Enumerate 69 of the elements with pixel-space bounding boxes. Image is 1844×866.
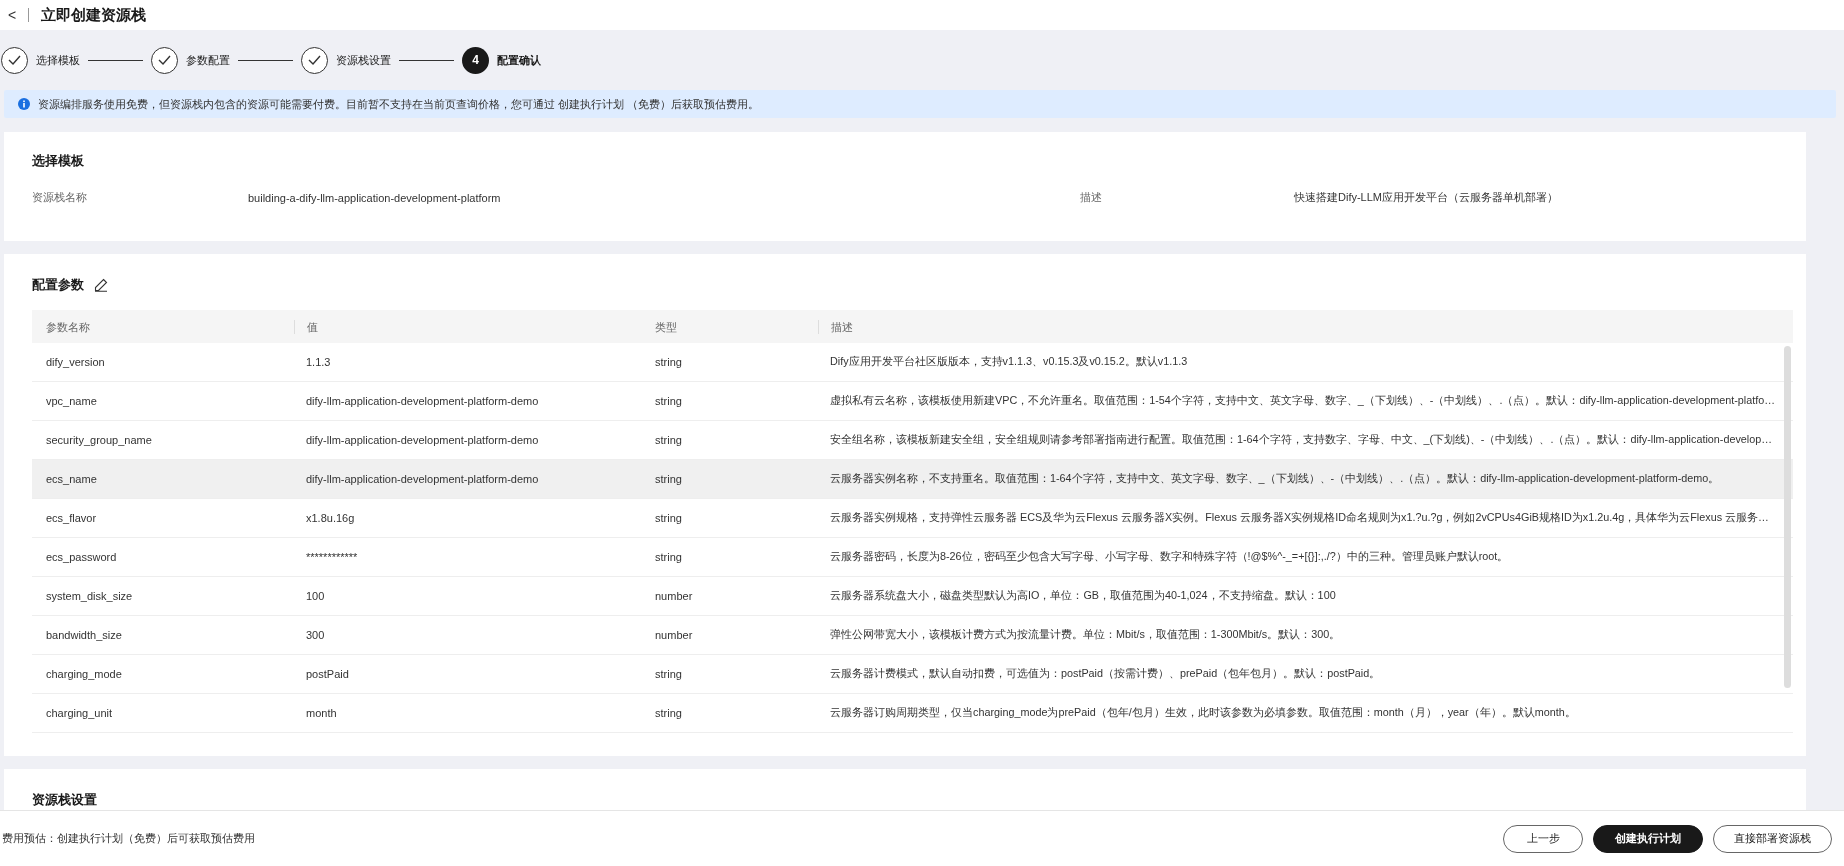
field-label: 资源栈名称 (32, 190, 88, 205)
step-label: 参数配置 (186, 52, 230, 68)
table-cell-text: 云服务器计费模式，默认自动扣费，可选值为：postPaid（按需计费）、prePaid（包年包月）。默认：postPaid。 (829, 667, 1382, 681)
table-cell-text: dify-llm-application-development-platform-demo (305, 434, 540, 446)
step-label: 配置确认 (497, 52, 541, 68)
table-cell-text: 云服务器实例名称，不支持重名。取值范围：1-64个字符，支持中文、英文字母、数字、_（下划线）、-（中划线）、.（点）。默认：dify-llm-application-development-platform-demo。 (829, 472, 1721, 486)
table-cell-text: string (655, 434, 683, 446)
table-cell-text: number (655, 590, 694, 602)
table-cell-text: string (655, 668, 683, 680)
table-cell-text: 1.1.3 (305, 356, 332, 368)
footer-button[interactable]: 直接部署资源栈 (1713, 824, 1832, 853)
table-cell-text: 云服务器密码，长度为8-26位，密码至少包含大写字母、小写字母、数字和特殊字符（!@$%^-_=+[{}]:,./?）中的三种。管理员账户默认root。 (829, 550, 1510, 564)
table-cell-text: string (655, 707, 683, 719)
card-title: 选择模板 (32, 152, 84, 170)
info-icon (18, 98, 30, 110)
column-header: 类型 (655, 319, 678, 334)
step-number: 4 (462, 46, 489, 74)
card-title: 配置参数 (32, 276, 84, 294)
table-cell-text: string (655, 473, 683, 485)
table-cell-text: ************ (305, 551, 359, 563)
table-cell-text: security_group_name (45, 434, 153, 446)
table-cell-text: charging_mode (45, 668, 123, 680)
table-cell-text: charging_unit (45, 707, 114, 719)
table-cell-text: month (305, 707, 338, 719)
table-cell-text: vpc_name (45, 395, 98, 407)
edit-icon[interactable] (94, 278, 108, 292)
table-cell-text: 虚拟私有云名称，该模板使用新建VPC，不允许重名。取值范围：1-54个字符，支持中文、英文字母、数字、_（下划线）、-（中划线）、.（点）。默认：dify-llm-application-development-platfo… (829, 394, 1777, 408)
table-cell-text: Dify应用开发平台社区版版本，支持v1.1.3、v0.15.3及v0.15.2。默认v1.1.3 (829, 355, 1189, 369)
footer-button[interactable]: 上一步 (1503, 824, 1583, 853)
column-header: 参数名称 (45, 319, 91, 334)
table-cell-text: x1.8u.16g (305, 512, 356, 524)
table-cell-text: dify_version (45, 356, 106, 368)
table-cell-text: string (655, 512, 683, 524)
table-cell-text: system_disk_size (45, 590, 134, 602)
check-icon (158, 55, 171, 65)
back-button[interactable]: < (8, 7, 17, 23)
table-cell-text: string (655, 395, 683, 407)
table-cell-text: ecs_flavor (45, 512, 98, 524)
table-cell-text: bandwidth_size (45, 629, 123, 641)
table-cell-text: 弹性公网带宽大小，该模板计费方式为按流量计费。单位：Mbit/s，取值范围：1-300Mbit/s。默认：300。 (829, 628, 1342, 642)
table-cell-text: 100 (305, 590, 326, 602)
cost-estimate-text: 费用预估：创建执行计划（免费）后可获取预估费用 (2, 831, 256, 846)
card-title: 资源栈设置 (32, 791, 97, 809)
table-cell-text: 云服务器系统盘大小，磁盘类型默认为高IO，单位：GB，取值范围为40-1,024，不支持缩盘。默认：100 (829, 589, 1337, 603)
table-cell-text: postPaid (305, 668, 350, 680)
table-cell-text: ecs_password (45, 551, 118, 563)
table-cell-text: 云服务器实例规格，支持弹性云服务器 ECS及华为云Flexus 云服务器X实例。Flexus 云服务器X实例规格ID命名规则为x1.?u.?g，例如2vCPUs4GiB规格ID为x1.2u.4g，具体华为云Flexus 云服务… (829, 511, 1770, 525)
field-value: 快速搭建Dify-LLM应用开发平台（云服务器单机部署） (1294, 190, 1559, 205)
table-cell-text: string (655, 356, 683, 368)
info-text: 资源编排服务使用免费，但资源栈内包含的资源可能需要付费。目前暂不支持在当前页查询价格，您可通过 创建执行计划 （免费）后获取预估费用。 (38, 96, 760, 112)
create-plan-button[interactable]: 创建执行计划 (1593, 824, 1703, 853)
table-cell-text: dify-llm-application-development-platform-demo (305, 473, 540, 485)
scrollbar[interactable] (1784, 346, 1791, 688)
table-cell-text: 安全组名称，该模板新建安全组，安全组规则请参考部署指南进行配置。取值范围：1-64个字符，支持数字、字母、中文、_(下划线)、-（中划线）、.（点）。默认：dify-llm-application-develop… (829, 433, 1774, 447)
table-cell-text: string (655, 551, 683, 563)
check-icon (8, 55, 21, 65)
column-header: 值 (294, 319, 655, 334)
column-header: 描述 (818, 319, 1793, 334)
field-value: building-a-dify-llm-application-development-platform (248, 191, 502, 204)
table-cell-text: 云服务器订购周期类型，仅当charging_mode为prePaid（包年/包月）生效，此时该参数为必填参数。取值范围：month（月），year（年）。默认month。 (829, 706, 1577, 720)
step-label: 选择模板 (36, 52, 80, 68)
page-title: 立即创建资源栈 (41, 5, 147, 25)
table-cell-text: ecs_name (45, 473, 98, 485)
check-icon (308, 55, 321, 65)
step-label: 资源栈设置 (336, 52, 391, 68)
table-cell-text: dify-llm-application-development-platform-demo (305, 395, 540, 407)
table-cell-text: number (655, 629, 694, 641)
table-cell-text: 300 (305, 629, 326, 641)
field-label: 描述 (1080, 190, 1103, 205)
